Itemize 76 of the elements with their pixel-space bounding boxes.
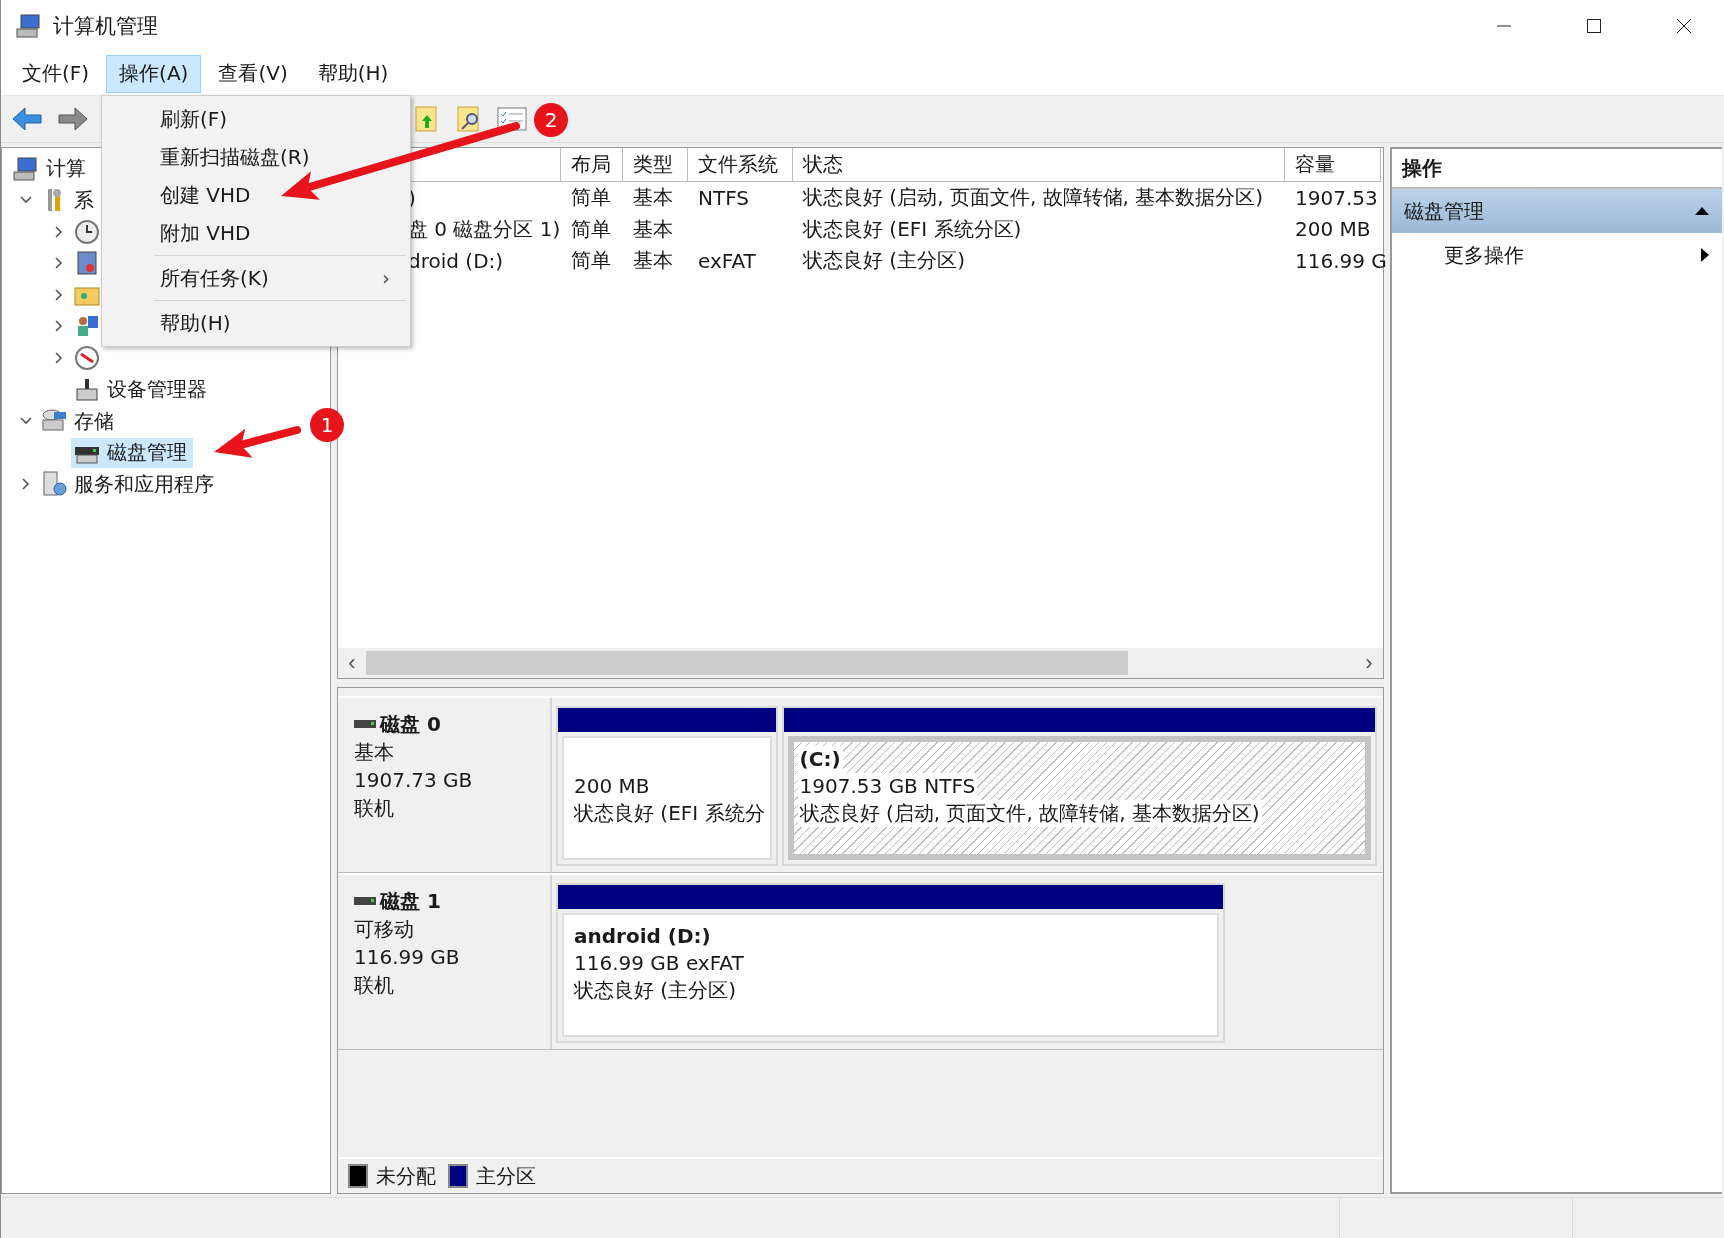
partition-block[interactable]: 200 MB 状态良好 (EFI 系统分 <box>556 706 778 866</box>
disk-name: 磁盘 0 <box>380 711 441 738</box>
table-cell-text: 简单 <box>570 247 612 275</box>
disk-status: 联机 <box>354 972 395 999</box>
table-cell-text: 基本 <box>632 247 674 275</box>
menu-item[interactable]: 所有任务(K) › <box>102 259 410 297</box>
table-cell-text: 简单 <box>570 184 612 212</box>
table-cell-text: 状态良好 (启动, 页面文件, 故障转储, 基本数据分区) <box>802 184 1265 212</box>
computer-icon <box>15 12 43 40</box>
disk-drive-icon <box>354 719 376 729</box>
partition-block[interactable]: android (D:) 116.99 GB exFAT 状态良好 (主分区) <box>556 883 1225 1043</box>
submenu-arrow-icon <box>1700 247 1710 263</box>
computer-icon <box>12 154 40 183</box>
column-header[interactable]: 类型 <box>623 148 688 182</box>
menu-item[interactable]: 创建 VHD <box>102 176 410 214</box>
table-cell-text: 基本 <box>632 184 674 212</box>
table-cell-text: 简单 <box>570 215 612 243</box>
partition-label: (C:) <box>797 746 843 773</box>
menu-item[interactable]: 帮助(H) <box>102 304 410 342</box>
disk-type: 可移动 <box>354 916 415 943</box>
submenu-arrow-icon: › <box>382 266 390 290</box>
server-gear-icon <box>40 470 68 499</box>
disk-size: 116.99 GB <box>354 944 461 971</box>
table-cell-text: 1907.53 <box>1294 184 1379 212</box>
partition-size: 116.99 GB exFAT <box>573 950 745 977</box>
disk-name: 磁盘 1 <box>380 888 441 915</box>
disk-status: 联机 <box>354 795 395 822</box>
section-header[interactable]: 磁盘管理 <box>1392 189 1722 233</box>
tree-item[interactable]: 磁盘管理 <box>71 437 193 468</box>
menu-item[interactable]: 查看(V) <box>205 54 301 93</box>
menu-item[interactable]: 操作(A) <box>106 54 202 93</box>
maximize-icon <box>1586 18 1602 34</box>
tree-item[interactable]: 系 <box>38 185 100 216</box>
column-header[interactable]: 状态 <box>793 148 1285 182</box>
number-badge: 1 <box>310 408 344 442</box>
table-cell-text: exFAT <box>697 247 757 275</box>
disk-type: 基本 <box>354 739 395 766</box>
partition-status: 状态良好 (EFI 系统分 <box>573 800 766 827</box>
partition-size: 1907.53 GB NTFS <box>797 773 978 800</box>
table-cell-text: NTFS <box>697 184 751 212</box>
tree-item[interactable]: 计算 <box>10 153 92 184</box>
column-header[interactable]: 容量 <box>1285 148 1381 182</box>
gauge-icon <box>73 344 101 373</box>
legend-label: 主分区 <box>476 1162 536 1190</box>
table-cell-text: 状态良好 (EFI 系统分区) <box>802 215 1023 243</box>
legend-label: 未分配 <box>376 1162 436 1190</box>
menu-item[interactable]: 刷新(F) <box>102 100 410 138</box>
clock-icon <box>73 217 101 246</box>
tree-item[interactable]: 服务和应用程序 <box>38 469 220 500</box>
partition-size: 200 MB <box>573 773 651 800</box>
number-badge: 2 <box>534 103 568 137</box>
menu-item[interactable]: 附加 VHD <box>102 214 410 252</box>
table-cell-text: 200 MB <box>1294 216 1372 244</box>
action-item[interactable]: 更多操作 <box>1392 233 1722 277</box>
column-header[interactable]: 文件系统 <box>688 148 793 182</box>
close-icon <box>1676 18 1692 34</box>
tree-item[interactable]: 存储 <box>38 406 120 437</box>
disk-size: 1907.73 GB <box>354 767 474 794</box>
scroll-right-button[interactable]: › <box>1355 650 1383 676</box>
menu-item[interactable]: 重新扫描磁盘(R) <box>102 138 410 176</box>
partition-block[interactable]: (C:) 1907.53 GB NTFS 状态良好 (启动, 页面文件, 故障转储, 基本数据分区) <box>781 706 1377 866</box>
table-cell-text: 状态良好 (主分区) <box>802 247 966 275</box>
collapse-icon <box>1694 206 1710 216</box>
tree-item[interactable]: 设备管理器 <box>71 374 213 405</box>
column-header[interactable]: 布局 <box>561 148 623 182</box>
scrollbar-thumb[interactable] <box>366 651 1128 675</box>
partition-status: 状态良好 (启动, 页面文件, 故障转储, 基本数据分区) <box>797 800 1262 827</box>
window-title: 计算机管理 <box>53 13 159 40</box>
partition-status: 状态良好 (主分区) <box>573 977 737 1004</box>
scroll-left-button[interactable]: ‹ <box>338 650 366 676</box>
menu-item[interactable]: 文件(F) <box>9 54 103 93</box>
minimize-icon <box>1496 25 1512 27</box>
menu-item[interactable]: 帮助(H) <box>304 54 402 93</box>
disk-drive-icon <box>354 896 376 906</box>
partition-label: android (D:) <box>573 923 712 950</box>
table-cell-text: 基本 <box>632 215 674 243</box>
